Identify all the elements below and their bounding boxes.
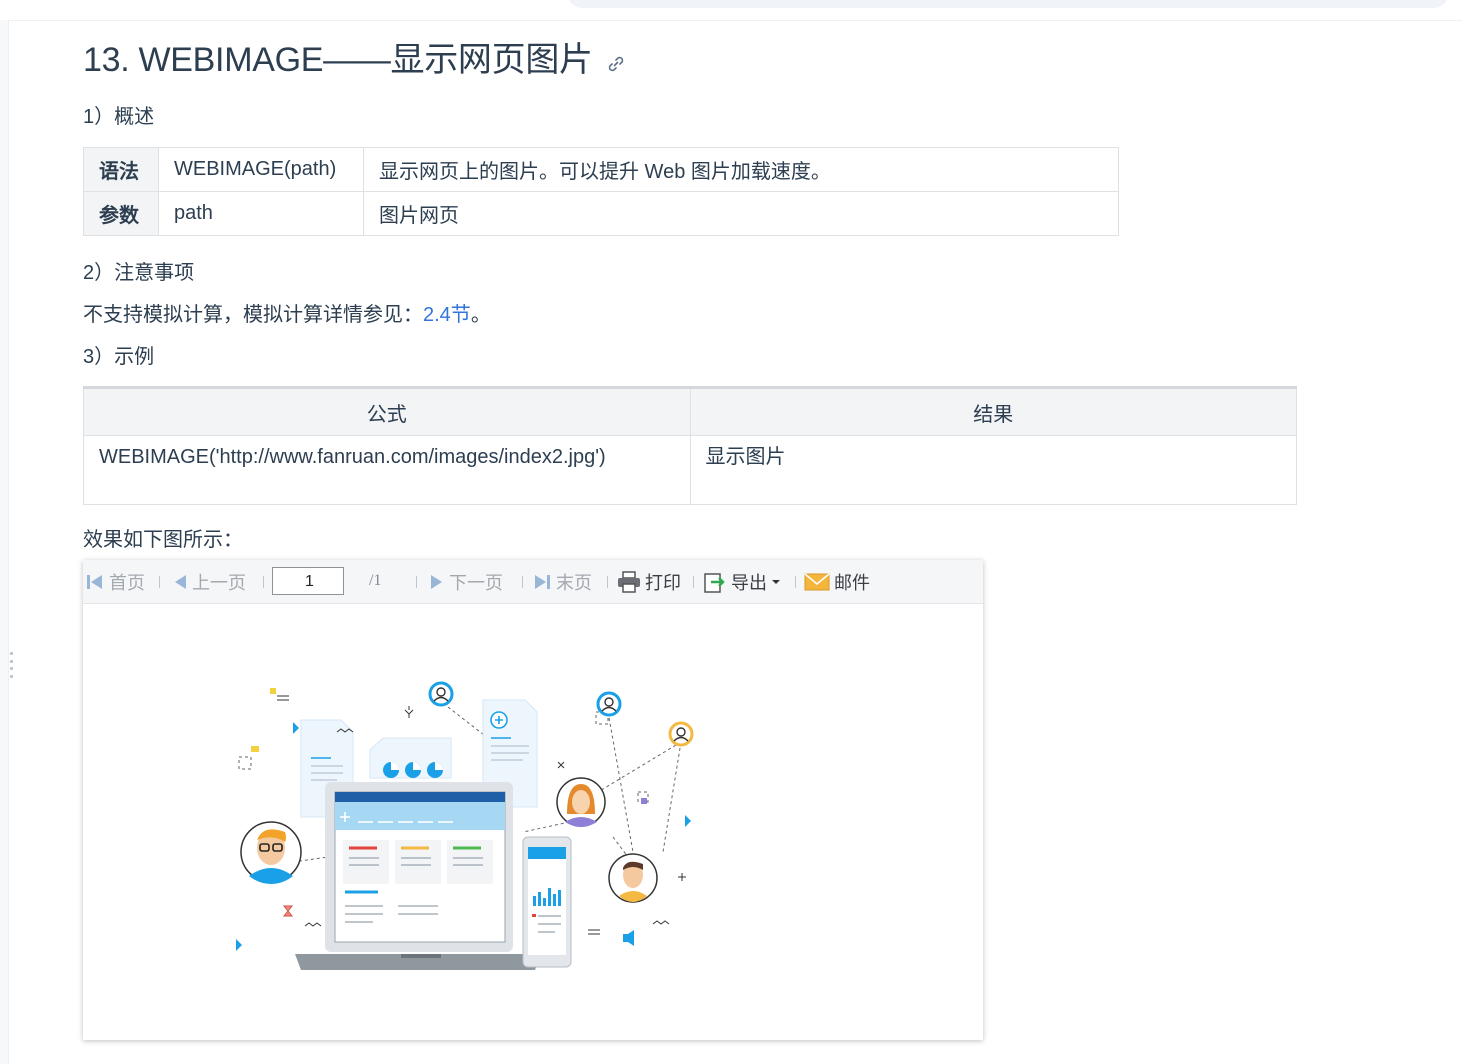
anchor-link-icon[interactable] xyxy=(607,43,625,82)
formula-cell: WEBIMAGE('http://www.fanruan.com/images/… xyxy=(83,435,691,505)
page-total: /1 xyxy=(369,572,382,589)
example-table: 公式 结果 WEBIMAGE('http://www.fanruan.com/i… xyxy=(83,386,1297,505)
first-page-icon xyxy=(87,574,102,589)
top-bar xyxy=(0,0,1462,21)
user-avatar-icon xyxy=(608,853,658,903)
last-page-button[interactable]: 末页 xyxy=(532,560,592,603)
param-key: 参数 xyxy=(83,191,159,236)
print-button[interactable]: 打印 xyxy=(617,560,681,603)
search-bar[interactable] xyxy=(568,0,1448,8)
chevron-down-icon xyxy=(772,579,780,584)
viewer-toolbar: 首页 上一页 /1 下一页 末页 打印 xyxy=(83,560,983,604)
mobile-phone xyxy=(522,836,572,968)
section-notes: 2）注意事项 xyxy=(83,262,195,284)
param-desc: 图片网页 xyxy=(363,191,1119,236)
section-overview: 1）概述 xyxy=(83,106,155,128)
table-row: WEBIMAGE('http://www.fanruan.com/images/… xyxy=(83,435,1297,505)
mail-button[interactable]: 邮件 xyxy=(804,560,870,603)
user-avatar-icon xyxy=(556,777,606,827)
user-avatar-icon xyxy=(240,821,302,884)
syntax-value: WEBIMAGE(path) xyxy=(158,147,364,192)
header-formula: 公式 xyxy=(83,387,691,436)
effect-caption: 效果如下图所示： xyxy=(83,529,243,551)
table-row: 语法 WEBIMAGE(path) 显示网页上的图片。可以提升 Web 图片加载… xyxy=(83,147,1119,192)
header-result: 结果 xyxy=(689,387,1297,436)
next-page-button[interactable]: 下一页 xyxy=(429,560,503,603)
page-number-input[interactable] xyxy=(272,567,344,595)
sidebar-edge xyxy=(0,20,9,1064)
report-illustration xyxy=(236,681,694,970)
mail-icon xyxy=(804,572,830,590)
first-page-button[interactable]: 首页 xyxy=(85,560,145,603)
result-cell: 显示图片 xyxy=(689,435,1297,505)
prev-page-button[interactable]: 上一页 xyxy=(172,560,246,603)
pie-charts xyxy=(369,737,452,779)
resize-handle-icon[interactable] xyxy=(10,652,14,678)
syntax-desc: 显示网页上的图片。可以提升 Web 图片加载速度。 xyxy=(363,147,1119,192)
report-viewer: 首页 上一页 /1 下一页 末页 打印 xyxy=(83,560,983,1040)
syntax-key: 语法 xyxy=(83,147,159,192)
last-page-icon xyxy=(535,574,550,589)
printer-icon xyxy=(618,570,640,593)
user-avatar-icon xyxy=(428,681,454,707)
prev-page-icon xyxy=(175,574,186,589)
table-row: 参数 path 图片网页 xyxy=(83,191,1119,236)
export-button[interactable]: 导出 xyxy=(703,560,781,603)
next-page-icon xyxy=(431,574,442,589)
section-link[interactable]: 2.4节 xyxy=(423,304,471,326)
user-avatar-icon xyxy=(668,721,694,747)
param-value: path xyxy=(158,191,364,236)
page-title: 13. WEBIMAGE——显示网页图片 xyxy=(83,32,625,82)
section-example: 3）示例 xyxy=(83,346,155,368)
user-avatar-icon xyxy=(596,691,622,717)
note-paragraph: 不支持模拟计算，模拟计算详情参见：2.4节。 xyxy=(83,304,491,326)
syntax-table: 语法 WEBIMAGE(path) 显示网页上的图片。可以提升 Web 图片加载… xyxy=(83,147,1119,236)
table-header-row: 公式 结果 xyxy=(83,387,1297,436)
laptop xyxy=(295,782,541,970)
export-icon xyxy=(704,572,725,593)
